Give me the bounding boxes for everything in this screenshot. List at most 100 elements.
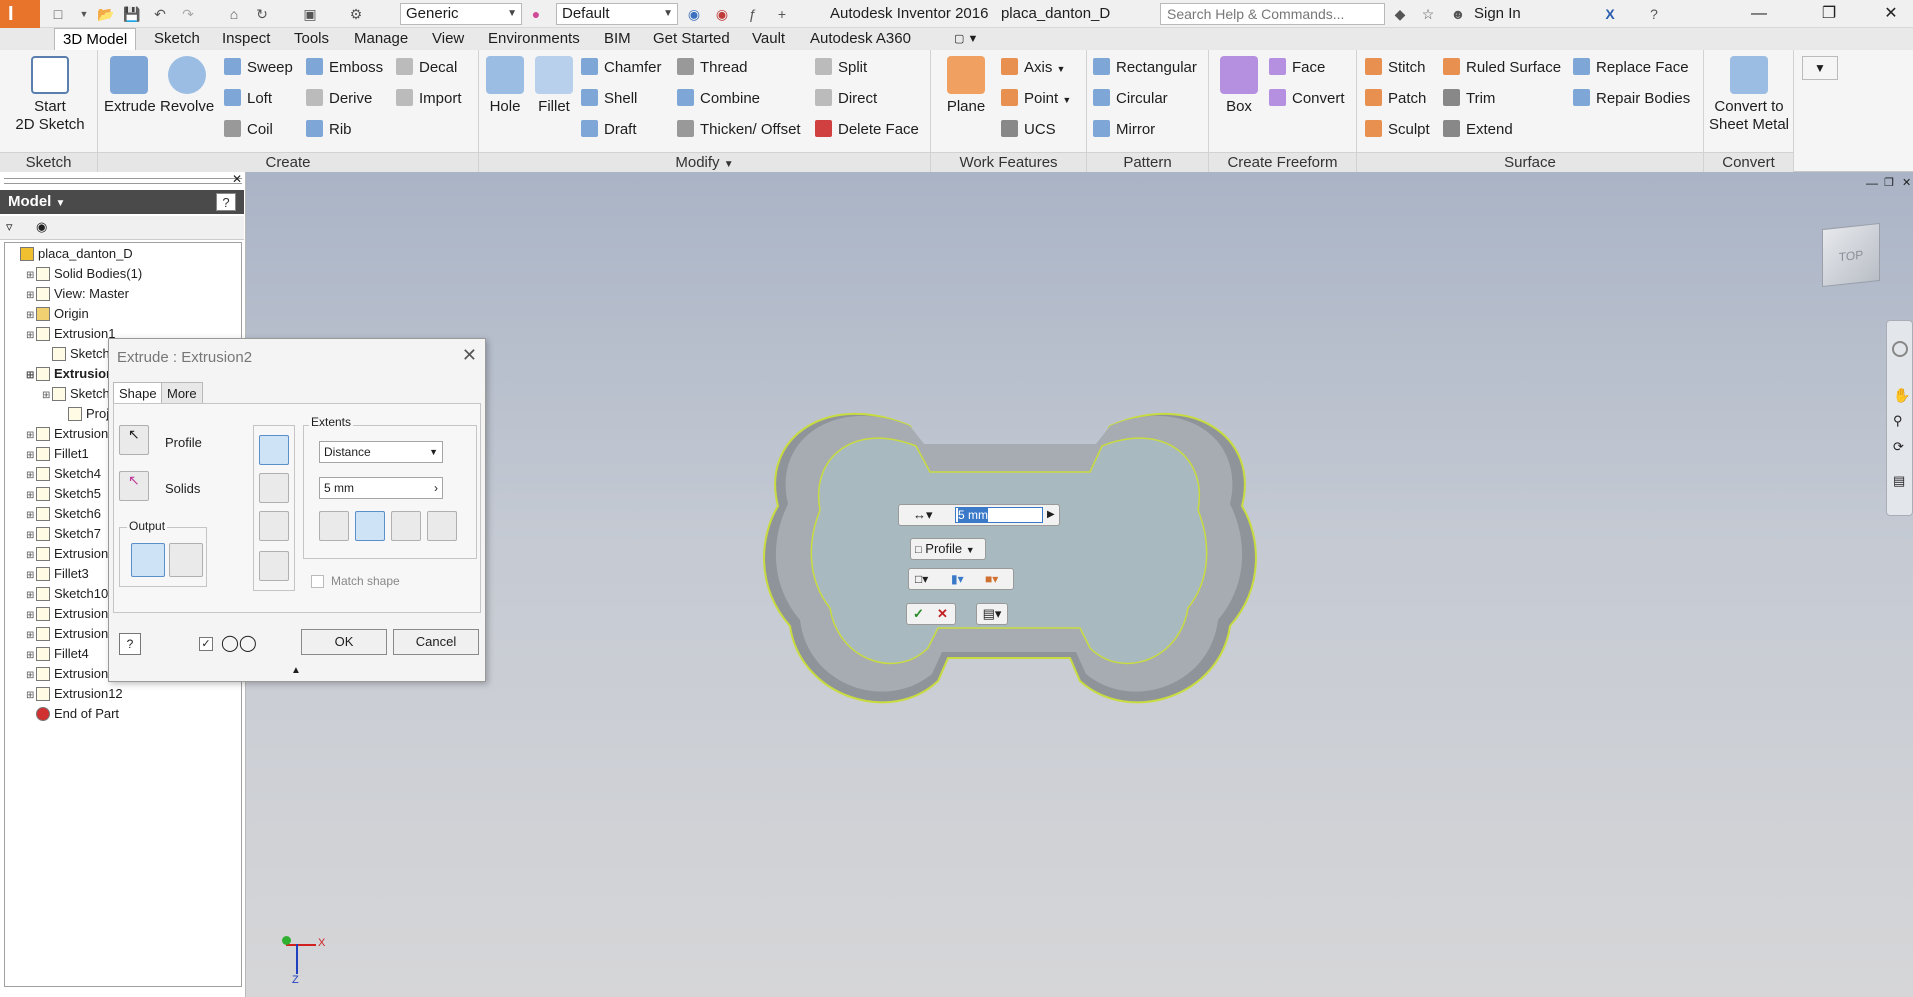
- expand-icon[interactable]: ⊞: [26, 646, 36, 666]
- tab-bim[interactable]: BIM: [596, 28, 639, 50]
- undo-icon[interactable]: ↶: [150, 4, 170, 24]
- open-icon[interactable]: 📂: [96, 4, 116, 24]
- join-button[interactable]: [259, 435, 289, 465]
- split-button[interactable]: Split: [815, 56, 867, 80]
- extents-dropdown[interactable]: Distance ▼: [319, 441, 443, 463]
- measure-icon[interactable]: +: [772, 4, 792, 24]
- panel-title-modify[interactable]: Modify ▼: [479, 152, 930, 172]
- mini-profile-button[interactable]: □ Profile ▼: [910, 538, 986, 560]
- output-solid-button[interactable]: [131, 543, 165, 577]
- fillet-button[interactable]: Fillet: [531, 56, 577, 116]
- ruled-surface-button[interactable]: Ruled Surface: [1443, 56, 1561, 80]
- expand-icon[interactable]: ⊞: [26, 286, 36, 306]
- face-button[interactable]: Face: [1269, 56, 1325, 80]
- combine-button[interactable]: Combine: [677, 87, 760, 111]
- browser-node[interactable]: End of Part: [26, 704, 119, 724]
- help-icon[interactable]: ?: [1644, 4, 1664, 24]
- tab-a360[interactable]: Autodesk A360: [802, 28, 919, 50]
- match-shape-checkbox[interactable]: [311, 575, 324, 588]
- decal-button[interactable]: Decal: [396, 56, 457, 80]
- material-dropdown[interactable]: Generic ▼: [400, 3, 522, 25]
- browser-node[interactable]: ⊞ Fillet4: [26, 644, 89, 664]
- browser-node[interactable]: ⊞ Sketch7: [26, 524, 101, 544]
- browser-node[interactable]: ⊞ Sketch5: [26, 484, 101, 504]
- browser-node[interactable]: ⊞ Sketch6: [26, 504, 101, 524]
- tab-more[interactable]: More: [161, 382, 203, 404]
- binoculars-icon[interactable]: ◆: [1390, 4, 1410, 24]
- mini-distance-arrow-icon[interactable]: ▶: [1047, 505, 1055, 525]
- expand-icon[interactable]: ⊞: [26, 366, 36, 386]
- browser-node[interactable]: ⊞ Fillet1: [26, 444, 89, 464]
- save-icon[interactable]: 💾: [122, 4, 142, 24]
- properties-icon[interactable]: ⚙: [346, 4, 366, 24]
- browser-node[interactable]: ⊞ Sketch2: [42, 384, 117, 404]
- expand-icon[interactable]: ⊞: [26, 486, 36, 506]
- appearance-dropdown[interactable]: Default ▼: [556, 3, 678, 25]
- draft-button[interactable]: Draft: [581, 118, 637, 142]
- tab-view[interactable]: View: [424, 28, 472, 50]
- tab-get-started[interactable]: Get Started: [645, 28, 738, 50]
- viewport-minimize-icon[interactable]: —: [1866, 176, 1878, 190]
- output-surface-button[interactable]: [169, 543, 203, 577]
- extrude-button[interactable]: Extrude: [104, 56, 156, 116]
- revolve-button[interactable]: Revolve: [160, 56, 214, 116]
- expand-icon[interactable]: ⊞: [26, 566, 36, 586]
- viewcube[interactable]: TOP: [1822, 222, 1880, 288]
- home-icon[interactable]: ⌂: [224, 4, 244, 24]
- user-icon[interactable]: ☻: [1448, 4, 1468, 24]
- cut-button[interactable]: [259, 473, 289, 503]
- trim-button[interactable]: Trim: [1443, 87, 1495, 111]
- direct-button[interactable]: Direct: [815, 87, 877, 111]
- hole-button[interactable]: Hole: [483, 56, 527, 116]
- update-icon[interactable]: ↻: [252, 4, 272, 24]
- expand-icon[interactable]: ⊞: [26, 426, 36, 446]
- convert-button[interactable]: Convert: [1269, 87, 1345, 111]
- ucs-button[interactable]: UCS: [1001, 118, 1056, 142]
- browser-grip[interactable]: [4, 178, 242, 184]
- browser-node[interactable]: ⊞ Sketch4: [26, 464, 101, 484]
- orbit-icon[interactable]: ⟳: [1893, 439, 1904, 455]
- mini-more-icon[interactable]: ▤▾: [976, 603, 1008, 625]
- intersect-button[interactable]: [259, 511, 289, 541]
- asymmetric-button[interactable]: [427, 511, 457, 541]
- adjust-icon[interactable]: ◉: [684, 4, 704, 24]
- replace-face-button[interactable]: Replace Face: [1573, 56, 1689, 80]
- app-menu-button[interactable]: I: [0, 0, 40, 28]
- browser-close-icon[interactable]: ✕: [232, 172, 242, 186]
- point-button[interactable]: Point ▼: [1001, 87, 1071, 111]
- viewport-restore-icon[interactable]: ❐: [1884, 176, 1894, 189]
- favorites-icon[interactable]: ☆: [1418, 4, 1438, 24]
- browser-node[interactable]: placa_danton_D: [10, 244, 133, 264]
- expand-icon[interactable]: ⊞: [26, 526, 36, 546]
- direction-1-button[interactable]: [319, 511, 349, 541]
- minimize-button[interactable]: —: [1736, 0, 1782, 28]
- cancel-button[interactable]: Cancel: [393, 629, 479, 655]
- dialog-help-icon[interactable]: ?: [119, 633, 141, 655]
- viewport-close-icon[interactable]: ✕: [1902, 176, 1911, 189]
- sculpt-button[interactable]: Sculpt: [1365, 118, 1430, 142]
- repair-bodies-button[interactable]: Repair Bodies: [1573, 87, 1690, 111]
- dialog-close-icon[interactable]: ✕: [462, 345, 477, 366]
- start-sketch-button[interactable]: Start 2D Sketch: [12, 56, 88, 134]
- tab-shape[interactable]: Shape: [113, 382, 163, 404]
- look-at-icon[interactable]: ▤: [1893, 473, 1905, 489]
- thicken-offset-button[interactable]: Thicken/ Offset: [677, 118, 801, 142]
- new-solid-button[interactable]: [259, 551, 289, 581]
- rib-button[interactable]: Rib: [306, 118, 352, 142]
- filter-icon[interactable]: ▿: [6, 219, 13, 235]
- browser-node[interactable]: ⊞ Extrusion3: [26, 424, 115, 444]
- browser-node[interactable]: ⊞ Extrusion9: [26, 604, 115, 624]
- close-button[interactable]: ✕: [1868, 0, 1913, 28]
- coil-button[interactable]: Coil: [224, 118, 273, 142]
- convert-sheet-metal-button[interactable]: Convert to Sheet Metal: [1708, 56, 1790, 134]
- stitch-button[interactable]: Stitch: [1365, 56, 1426, 80]
- parameters-icon[interactable]: ƒ: [742, 4, 762, 24]
- expand-icon[interactable]: ⊞: [26, 586, 36, 606]
- clear-override-icon[interactable]: ◉: [712, 4, 732, 24]
- browser-node[interactable]: ⊞ View: Master: [26, 284, 129, 304]
- expand-icon[interactable]: ⊞: [26, 266, 36, 286]
- browser-node[interactable]: Sketch1: [42, 344, 117, 364]
- sweep-button[interactable]: Sweep: [224, 56, 293, 80]
- tab-tools[interactable]: Tools: [286, 28, 337, 50]
- axis-button[interactable]: Axis ▼: [1001, 56, 1065, 80]
